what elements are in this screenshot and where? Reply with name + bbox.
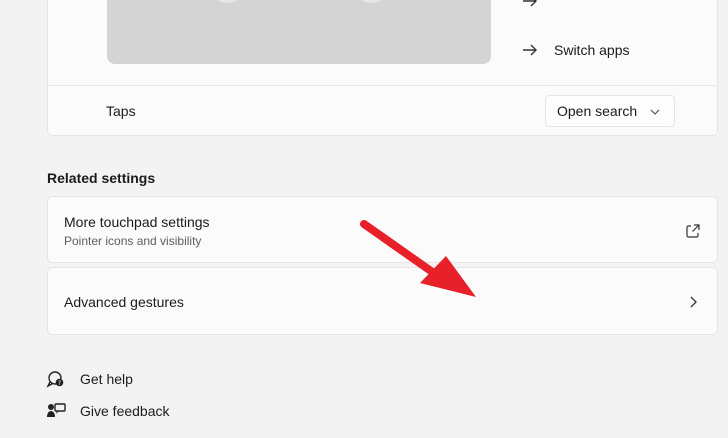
advanced-gestures-card[interactable]: Advanced gestures	[47, 267, 718, 335]
arrow-right-icon	[523, 44, 537, 56]
arrow-right-icon	[523, 0, 537, 7]
switch-apps-label: Switch apps	[554, 42, 630, 58]
help-chat-icon: ?	[46, 371, 64, 388]
gesture-row-partial	[522, 0, 554, 9]
chevron-right-icon	[690, 296, 697, 308]
open-external-icon	[686, 224, 700, 238]
give-feedback-label: Give feedback	[80, 403, 170, 419]
svg-text:?: ?	[58, 380, 61, 387]
taps-label: Taps	[106, 103, 136, 119]
gesture-row-switch-apps: Switch apps	[522, 42, 629, 58]
finger-dot	[209, 0, 245, 3]
finger-dot	[353, 0, 389, 3]
get-help-link[interactable]: ? Get help	[46, 369, 133, 389]
more-touchpad-settings-title: More touchpad settings	[64, 214, 210, 230]
give-feedback-link[interactable]: Give feedback	[46, 401, 170, 421]
more-touchpad-settings-card[interactable]: More touchpad settings Pointer icons and…	[47, 196, 718, 263]
chevron-down-icon	[650, 109, 660, 115]
more-touchpad-settings-subtitle: Pointer icons and visibility	[64, 234, 202, 248]
divider	[48, 85, 717, 86]
taps-dropdown-value: Open search	[557, 103, 638, 119]
advanced-gestures-title: Advanced gestures	[64, 294, 184, 310]
related-settings-heading: Related settings	[47, 170, 156, 186]
taps-dropdown[interactable]: Open search	[545, 95, 675, 127]
gestures-card: Switch apps Taps Open search	[47, 0, 718, 136]
get-help-label: Get help	[80, 371, 133, 387]
gesture-preview-image	[107, 0, 491, 64]
feedback-icon	[47, 403, 66, 417]
